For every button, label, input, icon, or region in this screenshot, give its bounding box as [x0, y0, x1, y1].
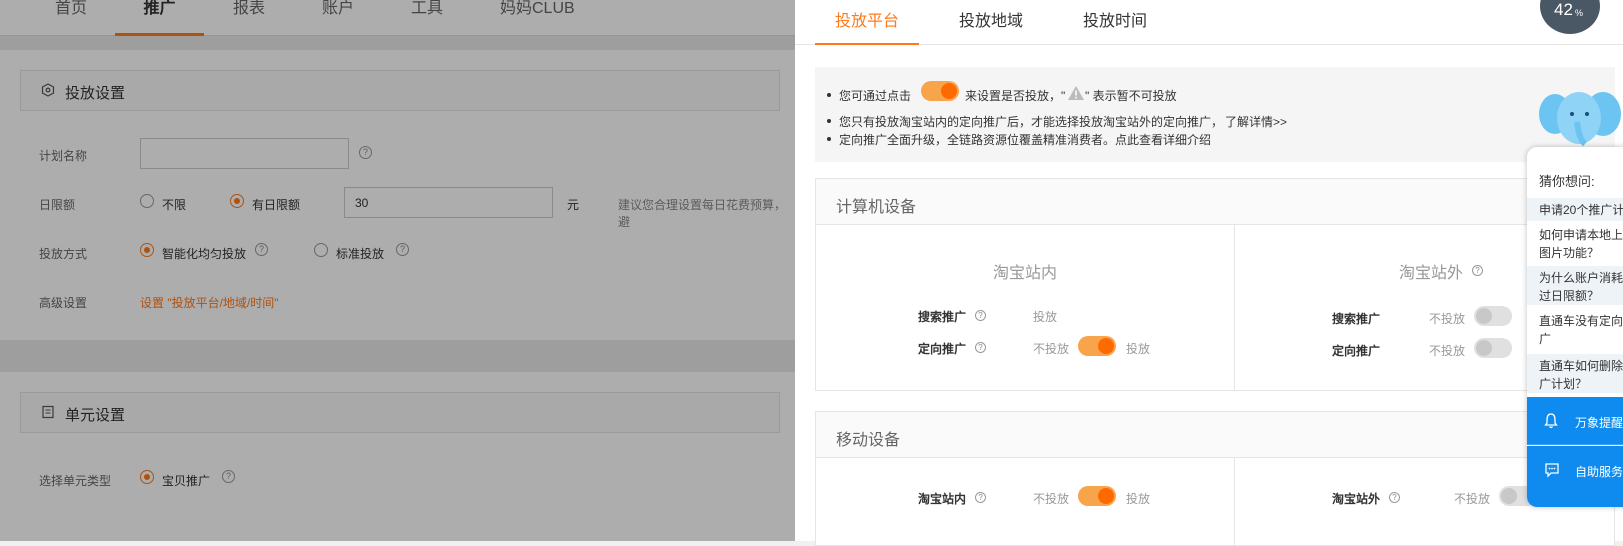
tab-platform[interactable]: 投放平台 [815, 7, 919, 45]
tip-1-text-b: 来设置是否投放，" [965, 89, 1066, 103]
targeted-inside-toggle[interactable] [1078, 336, 1116, 356]
divider [1234, 458, 1235, 545]
taobao-outside-title: 淘宝站外 [1399, 265, 1464, 282]
mobile-outside-label: 淘宝站外 [1332, 492, 1381, 506]
chat-question[interactable]: 申请20个推广计 [1527, 197, 1623, 221]
reminder-label: 万象提醒 [1575, 416, 1623, 430]
chat-bubble-icon [1545, 463, 1559, 478]
search-inside-value: 投放 [1033, 310, 1058, 324]
tab-region[interactable]: 投放地域 [959, 7, 1023, 45]
mobile-device-section: 移动设备 淘宝站内 ? 不投放 投放 淘宝站外 ? 不投放 [815, 411, 1615, 546]
off-label: 不投放 [1429, 312, 1466, 326]
tip-1-text-a: 您可通过点击 [839, 89, 912, 103]
chat-header: 猜你想问: [1539, 174, 1595, 189]
targeted-outside-toggle[interactable] [1474, 338, 1512, 358]
chat-assistant: 猜你想问: 申请20个推广计 如何申请本地上 图片功能？ 为什么账户消耗 过日限… [1527, 147, 1623, 507]
chat-question[interactable]: 如何申请本地上 图片功能？ [1527, 222, 1623, 262]
reminder-button[interactable]: 万象提醒 [1527, 397, 1623, 445]
help-icon[interactable]: ? [975, 492, 986, 503]
side-panel: 投放平台 投放地域 投放时间 您可通过点击 来设置是否投放，" " 表示暂不可投… [795, 0, 1623, 546]
mobile-section-header: 移动设备 [816, 412, 1614, 458]
off-label: 不投放 [1033, 342, 1070, 356]
self-service-label: 自助服务 [1575, 465, 1623, 479]
mobile-inside-label: 淘宝站内 [918, 492, 967, 506]
help-icon[interactable]: ? [975, 310, 986, 321]
computer-section-header: 计算机设备 [816, 179, 1614, 225]
mobile-inside-toggle[interactable] [1078, 486, 1116, 506]
warning-icon [1068, 86, 1084, 100]
modal-overlay[interactable] [0, 0, 795, 541]
off-label: 不投放 [1429, 344, 1466, 358]
off-label: 不投放 [1033, 492, 1070, 506]
on-label: 投放 [1126, 342, 1151, 356]
speed-percent-sign: % [1575, 8, 1584, 18]
tip-1-text-c: " 表示暂不可投放 [1085, 89, 1177, 103]
panel-tabs: 投放平台 投放地域 投放时间 [795, 0, 1623, 45]
help-icon[interactable]: ? [1472, 265, 1483, 276]
divider [1234, 225, 1235, 390]
tip-line-1: 您可通过点击 [827, 87, 911, 104]
help-icon[interactable]: ? [1389, 492, 1400, 503]
targeted-promo-label: 定向推广 [918, 342, 967, 356]
off-label: 不投放 [1454, 492, 1491, 506]
speed-percent: 42 [1554, 0, 1573, 19]
tips-box: 您可通过点击 来设置是否投放，" " 表示暂不可投放 您只有投放淘宝站内的定向推… [815, 67, 1615, 162]
tip-3-text[interactable]: 定向推广全面升级，全链路资源位覆盖精准消费者。点此查看详细介绍 [839, 133, 1211, 147]
self-service-button[interactable]: 自助服务 [1527, 446, 1623, 507]
computer-section-title: 计算机设备 [836, 199, 917, 216]
help-icon[interactable]: ? [975, 342, 986, 353]
targeted-promo-outside-label: 定向推广 [1332, 344, 1381, 358]
sample-toggle [921, 81, 959, 101]
taobao-inside-title: 淘宝站内 [993, 265, 1058, 282]
search-promo-outside-label: 搜索推广 [1332, 312, 1381, 326]
on-label: 投放 [1126, 492, 1151, 506]
chat-question[interactable]: 直通车没有定向 广 [1527, 308, 1623, 348]
elephant-mascot-icon[interactable] [1537, 84, 1623, 150]
computer-device-section: 计算机设备 淘宝站内 淘宝站外 ? 搜索推广 ? 投放 定向推广 ? 不投放 投… [815, 178, 1615, 391]
tip-2-text: 您只有投放淘宝站内的定向推广后，才能选择投放淘宝站外的定向推广， [839, 115, 1224, 129]
tip-line-3: 定向推广全面升级，全链路资源位覆盖精准消费者。点此查看详细介绍 [827, 131, 1211, 148]
search-promo-label: 搜索推广 [918, 310, 967, 324]
chat-question[interactable]: 为什么账户消耗 过日限额？ [1527, 265, 1623, 305]
search-outside-toggle[interactable] [1474, 306, 1512, 326]
tip-line-2: 您只有投放淘宝站内的定向推广后，才能选择投放淘宝站外的定向推广， 了解详情>> [827, 113, 1287, 130]
bell-icon [1544, 413, 1558, 429]
mobile-section-title: 移动设备 [836, 432, 901, 449]
learn-more-link[interactable]: 了解详情>> [1225, 115, 1287, 129]
tab-time[interactable]: 投放时间 [1083, 7, 1147, 45]
chat-question[interactable]: 直通车如何删除 广计划？ [1527, 353, 1623, 393]
